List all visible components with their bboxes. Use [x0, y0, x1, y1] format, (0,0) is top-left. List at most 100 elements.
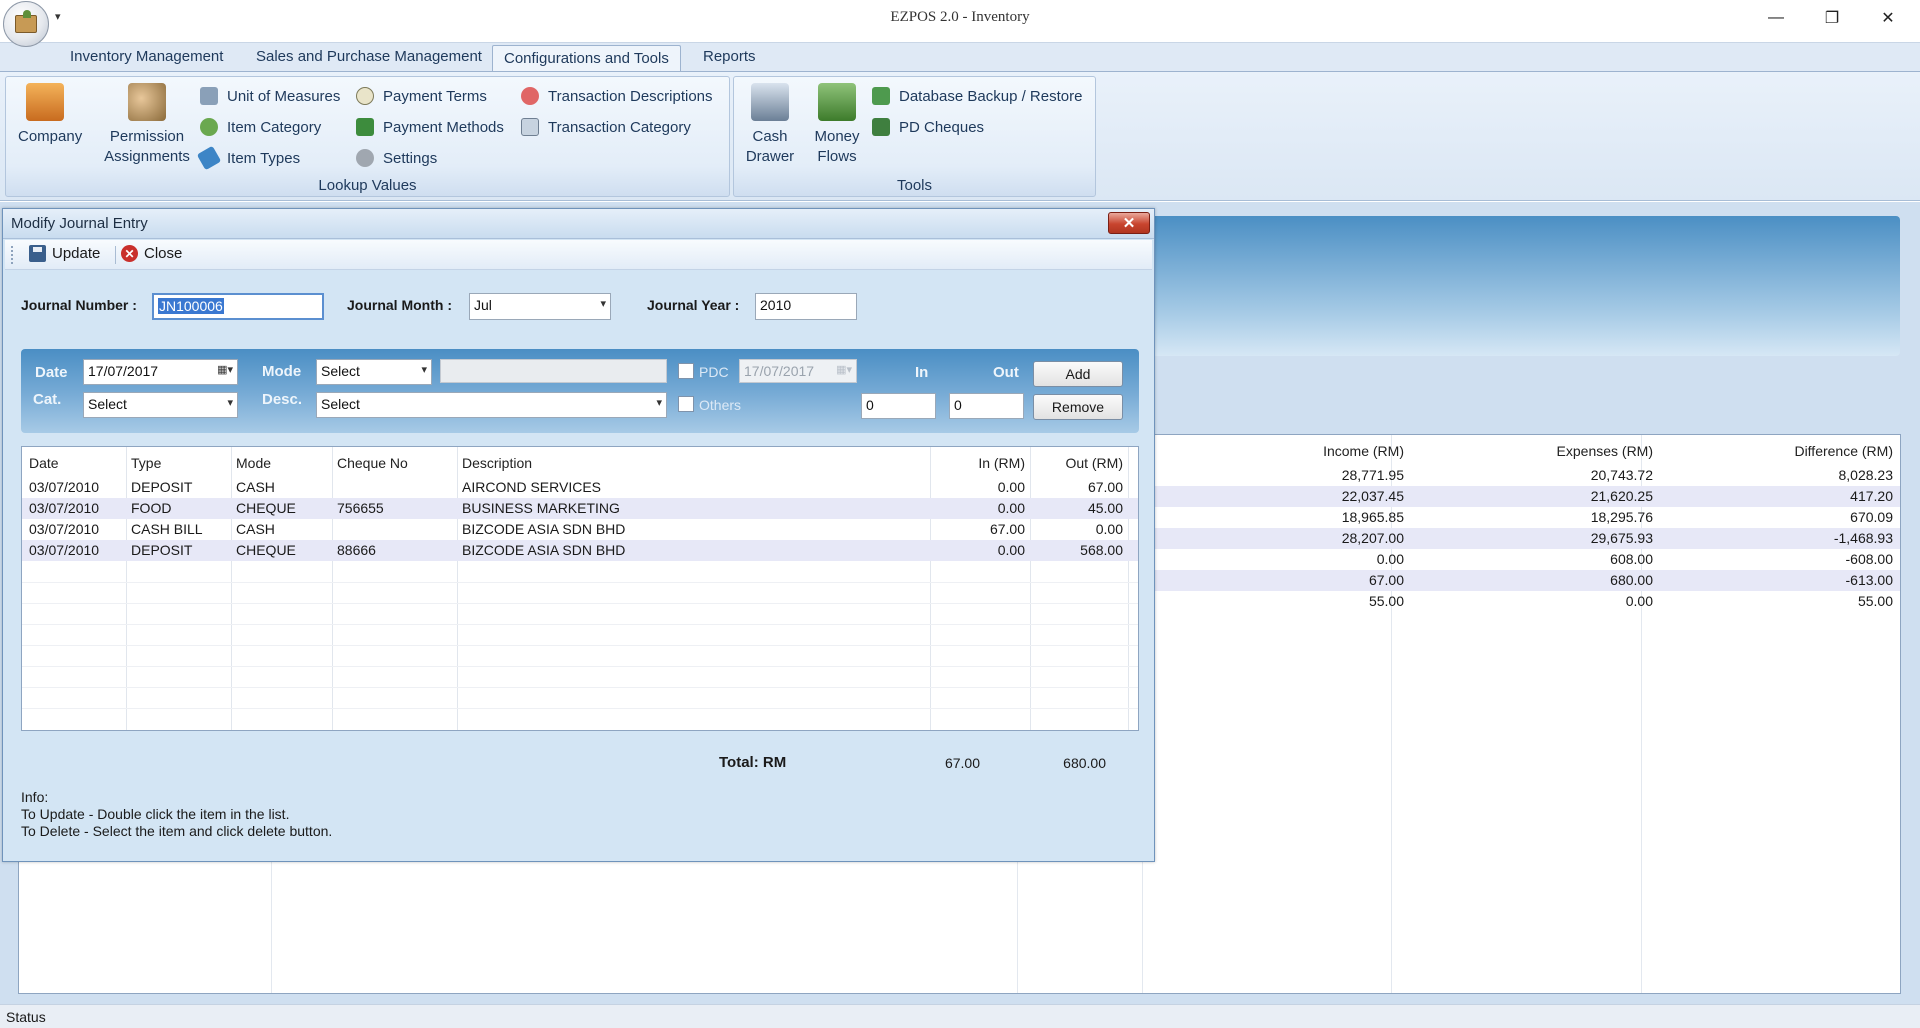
date-cell: 03/07/2010	[29, 542, 100, 558]
update-button[interactable]: Update	[29, 245, 100, 262]
money-flows-button[interactable]: Money Flows	[810, 83, 864, 167]
list-icon	[521, 118, 539, 136]
total-label: Total: RM	[719, 754, 787, 771]
close-label: Close	[144, 245, 183, 262]
toolbar-grip[interactable]	[11, 246, 14, 264]
settings-button[interactable]: Settings	[356, 148, 437, 168]
background-header-panel	[1140, 216, 1900, 356]
update-label: Update	[52, 245, 101, 262]
close-button[interactable]: ✕ Close	[121, 245, 182, 262]
status-bar: Status	[0, 1004, 1920, 1028]
unit-of-measures-button[interactable]: Unit of Measures	[200, 86, 340, 106]
description-select[interactable]: Select ▾	[316, 392, 667, 418]
ribbon-panel: Company Permission Assignments Unit of M…	[0, 71, 1920, 201]
table-row[interactable]: 03/07/2010 DEPOSIT CHEQUE 88666 BIZCODE …	[22, 540, 1138, 561]
out-column-header[interactable]: Out (RM)	[1030, 455, 1123, 471]
cheque-no-cell: 88666	[337, 542, 376, 558]
in-amount-value: 0	[866, 397, 874, 413]
others-checkbox[interactable]	[678, 396, 694, 412]
payment-methods-label: Payment Methods	[383, 118, 504, 136]
category-icon	[200, 118, 218, 136]
tab-reports[interactable]: Reports	[703, 48, 756, 65]
money-flows-label-line1: Money	[814, 128, 860, 145]
info-title: Info:	[21, 789, 49, 805]
table-row[interactable]: 03/07/2010 FOOD CHEQUE 756655 BUSINESS M…	[22, 498, 1138, 519]
difference-column-header[interactable]: Difference (RM)	[1659, 443, 1893, 459]
chevron-down-icon: ▾	[227, 397, 233, 409]
payment-terms-button[interactable]: Payment Terms	[356, 86, 487, 106]
pd-cheques-button[interactable]: PD Cheques	[872, 117, 984, 137]
date-picker[interactable]: 17/07/2017 ▦▾	[83, 359, 238, 385]
dialog-close-button[interactable]: ✕	[1108, 212, 1150, 234]
tab-sales-purchase-management[interactable]: Sales and Purchase Management	[256, 48, 482, 65]
journal-month-select[interactable]: Jul ▾	[469, 293, 611, 320]
database-backup-label: Database Backup / Restore	[899, 87, 1083, 105]
out-label: Out	[993, 364, 1019, 381]
category-select[interactable]: Select ▾	[83, 392, 238, 418]
settings-label: Settings	[383, 149, 438, 167]
out-amount-input[interactable]: 0	[949, 393, 1024, 419]
close-icon: ✕	[121, 245, 138, 262]
cheque-number-input[interactable]	[440, 359, 667, 383]
pdc-date-picker[interactable]: 17/07/2017 ▦▾	[739, 359, 857, 383]
date-column-header[interactable]: Date	[29, 455, 59, 471]
type-cell: DEPOSIT	[131, 542, 193, 558]
add-button[interactable]: Add	[1033, 361, 1123, 387]
out-amount-value: 0	[954, 397, 962, 413]
description-icon	[521, 87, 539, 105]
journal-entries-grid[interactable]: Date Type Mode Cheque No Description In …	[21, 446, 1139, 731]
transaction-descriptions-button[interactable]: Transaction Descriptions	[521, 86, 713, 106]
dialog-title-bar[interactable]: Modify Journal Entry ✕	[3, 209, 1154, 239]
cheque-no-column-header[interactable]: Cheque No	[337, 455, 408, 471]
item-category-button[interactable]: Item Category	[200, 117, 321, 137]
difference-cell: 8,028.23	[1838, 467, 1894, 483]
type-column-header[interactable]: Type	[131, 455, 161, 471]
difference-cell: -1,468.93	[1833, 530, 1893, 546]
expenses-cell: 18,295.76	[1590, 509, 1653, 525]
expenses-column-header[interactable]: Expenses (RM)	[1409, 443, 1653, 459]
table-row[interactable]: 03/07/2010 CASH BILL CASH BIZCODE ASIA S…	[22, 519, 1138, 540]
minimize-button[interactable]: —	[1748, 0, 1804, 36]
application-menu-button[interactable]	[3, 1, 49, 47]
income-cell: 55.00	[1368, 593, 1404, 609]
pdc-checkbox[interactable]	[678, 363, 694, 379]
money-flows-label-line2: Flows	[817, 148, 857, 165]
journal-number-label: Journal Number :	[21, 297, 137, 313]
calendar-dropdown-icon: ▦▾	[836, 364, 852, 376]
company-button[interactable]: Company	[18, 83, 82, 147]
tools-group-label: Tools	[896, 177, 933, 194]
difference-cell: -608.00	[1845, 551, 1893, 567]
cash-drawer-label-line1: Cash	[752, 128, 788, 145]
database-backup-restore-button[interactable]: Database Backup / Restore	[872, 86, 1082, 106]
in-column-header[interactable]: In (RM)	[930, 455, 1025, 471]
cheque-icon	[872, 118, 890, 136]
in-amount-input[interactable]: 0	[861, 393, 936, 419]
out-cell: 568.00	[1080, 542, 1123, 558]
mode-select[interactable]: Select ▾	[316, 359, 432, 385]
tab-configurations-and-tools[interactable]: Configurations and Tools	[492, 45, 681, 74]
transaction-category-button[interactable]: Transaction Category	[521, 117, 691, 137]
restore-button[interactable]: ❐	[1804, 0, 1860, 36]
description-column-header[interactable]: Description	[462, 455, 532, 471]
mode-column-header[interactable]: Mode	[236, 455, 271, 471]
item-types-button[interactable]: Item Types	[196, 145, 300, 171]
total-out-value: 680.00	[1063, 755, 1106, 771]
remove-button[interactable]: Remove	[1033, 394, 1123, 420]
description-cell: AIRCOND SERVICES	[462, 479, 601, 495]
save-icon	[29, 245, 46, 262]
close-window-button[interactable]: ✕	[1860, 0, 1916, 36]
lookup-values-group-label: Lookup Values	[318, 177, 417, 194]
out-cell: 45.00	[1087, 500, 1123, 516]
journal-number-input[interactable]: JN100006	[152, 293, 324, 320]
journal-year-input[interactable]: 2010	[755, 293, 857, 320]
entry-form-panel: Date 17/07/2017 ▦▾ Mode Select ▾ PDC 17/…	[21, 349, 1139, 433]
permission-assignments-button[interactable]: Permission Assignments	[102, 83, 192, 167]
expenses-cell: 21,620.25	[1590, 488, 1653, 504]
table-row[interactable]: 03/07/2010 DEPOSIT CASH AIRCOND SERVICES…	[22, 477, 1138, 498]
income-column-header[interactable]: Income (RM)	[1169, 443, 1404, 459]
info-update-hint: To Update - Double click the item in the…	[21, 806, 290, 822]
payment-methods-button[interactable]: Payment Methods	[356, 117, 504, 137]
description-cell: BIZCODE ASIA SDN BHD	[462, 542, 626, 558]
tab-inventory-management[interactable]: Inventory Management	[70, 48, 223, 65]
cash-drawer-button[interactable]: Cash Drawer	[744, 83, 796, 167]
